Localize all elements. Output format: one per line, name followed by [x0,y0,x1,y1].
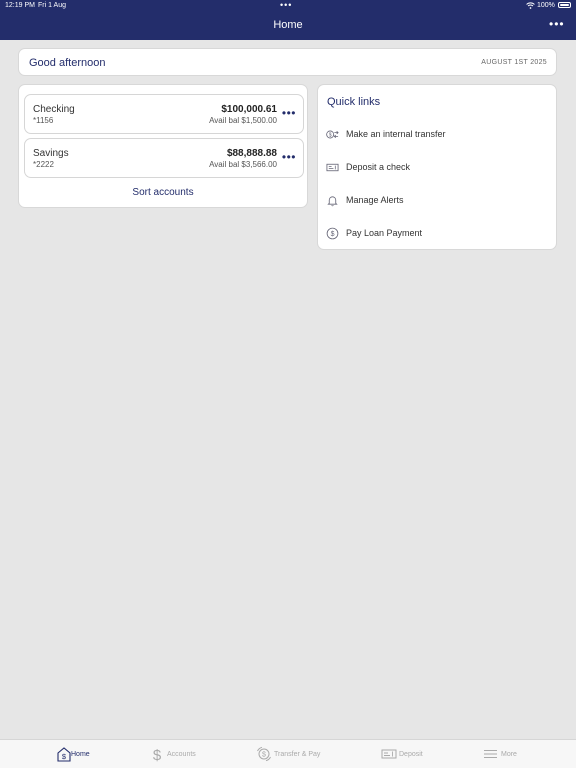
svg-text:$: $ [262,752,266,759]
account-available-balance: Avail bal $1,500.00 [209,116,277,125]
tab-more[interactable]: More [483,746,523,764]
dollar-circle-icon: $ [326,227,339,240]
account-number: *1156 [33,116,54,125]
quick-link-deposit-check[interactable]: Deposit a check [318,157,556,179]
status-time: 12:19 PM [5,2,35,9]
quick-link-internal-transfer[interactable]: $ Make an internal transfer [318,124,556,146]
battery-icon [558,2,571,8]
menu-icon [484,750,497,758]
svg-text:$: $ [153,747,162,762]
multitasking-dots[interactable]: ••• [280,0,292,10]
quick-links-title: Quick links [327,96,381,108]
status-date: Fri 1 Aug [38,2,67,9]
account-more-button[interactable]: ••• [282,150,296,164]
tab-label: Accounts [167,751,196,758]
svg-text:$: $ [331,231,335,238]
tab-accounts[interactable]: $ Accounts [150,746,202,764]
greeting-text: Good afternoon [29,57,106,69]
quick-link-label: Pay Loan Payment [346,228,423,238]
transfer-icon: $ [326,130,339,139]
account-row-checking[interactable]: Checking *1156 $100,000.61 Avail bal $1,… [24,94,304,134]
account-name: Checking [33,104,75,115]
account-more-button[interactable]: ••• [282,106,296,120]
top-bar: 12:19 PM Fri 1 Aug ••• 100% Home ••• [0,0,576,40]
quick-link-label: Make an internal transfer [346,129,446,139]
transfer-pay-icon: $ [257,746,271,762]
account-available-balance: Avail bal $3,566.00 [209,160,277,169]
sort-accounts-link[interactable]: Sort accounts [19,187,307,198]
tab-label: Transfer & Pay [274,751,321,758]
account-row-savings[interactable]: Savings *2222 $88,888.88 Avail bal $3,56… [24,138,304,178]
home-dollar-icon: $ [57,747,71,762]
account-balance: $88,888.88 [226,148,277,159]
tab-bar: $ Home $ Accounts $ Transfer & Pay Depos… [0,739,576,768]
header-more-button[interactable]: ••• [549,17,565,31]
account-balance: $100,000.61 [221,104,277,115]
page-title: Home [273,19,303,31]
accounts-card: Checking *1156 $100,000.61 Avail bal $1,… [18,84,308,208]
quick-links-card: Quick links $ Make an internal transfer … [317,84,557,250]
tab-transfer-pay[interactable]: $ Transfer & Pay [256,746,328,764]
greeting-date: AUGUST 1ST 2025 [481,59,547,66]
battery-percent: 100% [537,2,555,9]
check-deposit-icon [381,749,397,759]
tab-deposit[interactable]: Deposit [381,746,429,764]
bell-icon [327,196,338,207]
quick-link-manage-alerts[interactable]: Manage Alerts [318,190,556,212]
quick-link-pay-loan[interactable]: $ Pay Loan Payment [318,223,556,245]
quick-link-label: Deposit a check [346,162,411,172]
tab-home[interactable]: $ Home [56,746,96,764]
dollar-icon: $ [153,747,162,762]
greeting-card: Good afternoon AUGUST 1ST 2025 [18,48,557,76]
quick-link-label: Manage Alerts [346,195,404,205]
tab-label: Home [71,751,90,758]
account-number: *2222 [33,160,54,169]
svg-text:$: $ [62,752,67,761]
svg-text:$: $ [329,133,332,139]
check-deposit-icon [326,163,339,172]
tab-label: More [501,751,517,758]
tab-label: Deposit [399,751,423,758]
wifi-icon [526,2,535,9]
account-name: Savings [33,148,69,159]
